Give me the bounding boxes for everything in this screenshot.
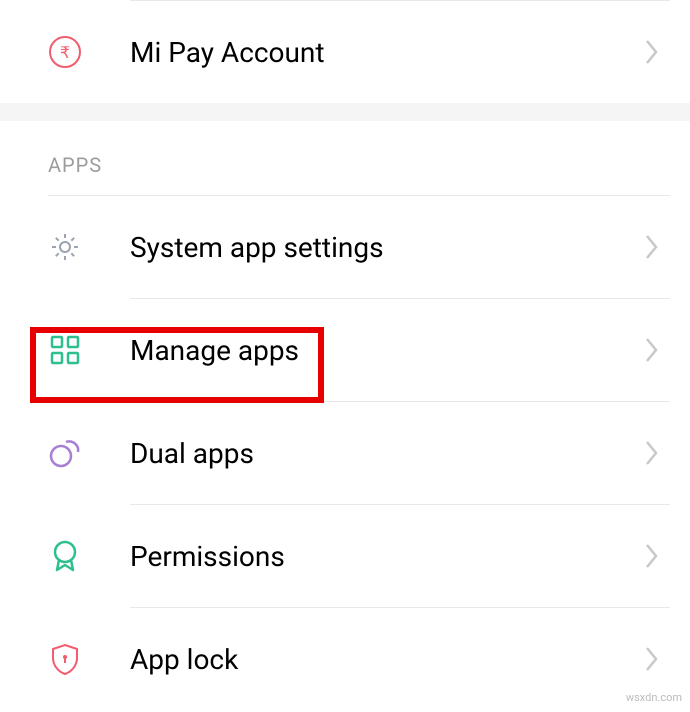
row-permissions[interactable]: Permissions xyxy=(0,505,690,607)
chevron-right-icon xyxy=(644,542,660,570)
top-section: ₹ Mi Pay Account xyxy=(0,0,690,103)
row-label: Permissions xyxy=(130,540,644,573)
svg-text:₹: ₹ xyxy=(60,45,70,62)
badge-ribbon-icon xyxy=(48,539,82,573)
gear-icon xyxy=(48,230,82,264)
watermark: wsxdn.com xyxy=(626,691,682,704)
chevron-right-icon xyxy=(644,336,660,364)
row-manage-apps[interactable]: Manage apps xyxy=(0,299,690,401)
row-label: Manage apps xyxy=(130,334,644,367)
row-dual-apps[interactable]: Dual apps xyxy=(0,402,690,504)
row-app-lock[interactable]: App lock xyxy=(0,608,690,710)
chevron-right-icon xyxy=(644,439,660,467)
row-label: System app settings xyxy=(130,231,644,264)
row-label: Mi Pay Account xyxy=(130,36,644,69)
chevron-right-icon xyxy=(644,233,660,261)
section-header-apps: APPS xyxy=(0,121,690,195)
row-label: App lock xyxy=(130,643,644,676)
row-mi-pay-account[interactable]: ₹ Mi Pay Account xyxy=(0,1,690,103)
chevron-right-icon xyxy=(644,38,660,66)
chevron-right-icon xyxy=(644,645,660,673)
rupee-circle-icon: ₹ xyxy=(48,35,82,69)
row-system-app-settings[interactable]: System app settings xyxy=(0,196,690,298)
shield-lock-icon xyxy=(48,642,82,676)
section-gap xyxy=(0,103,690,121)
row-label: Dual apps xyxy=(130,437,644,470)
dual-circles-icon xyxy=(48,436,82,470)
grid-apps-icon xyxy=(48,333,82,367)
